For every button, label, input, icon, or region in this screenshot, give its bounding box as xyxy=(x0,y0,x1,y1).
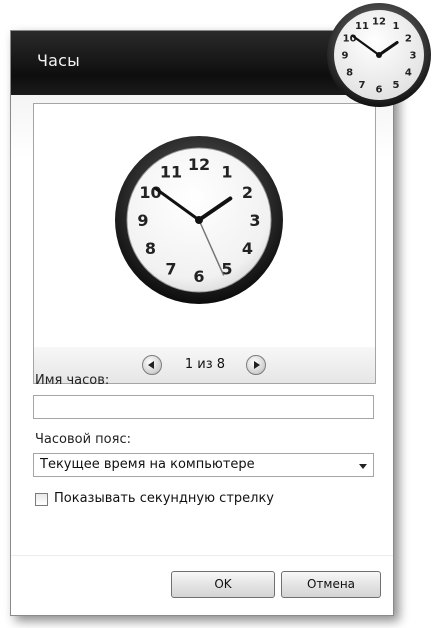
chevron-left-icon xyxy=(148,361,154,369)
timezone-label: Часовой пояс: xyxy=(35,432,131,447)
clock-numeral: 7 xyxy=(165,259,176,278)
clock-numeral: 12 xyxy=(372,17,386,28)
clock-numeral: 4 xyxy=(405,68,412,79)
window-title: Часы xyxy=(37,51,81,70)
clock-numeral: 2 xyxy=(242,183,253,202)
clock-numeral: 8 xyxy=(145,239,156,258)
clock-numeral: 12 xyxy=(188,155,210,174)
clock-numeral: 6 xyxy=(376,85,383,96)
clock-numeral: 2 xyxy=(405,34,412,45)
gadget-center-cap xyxy=(376,52,382,58)
clock-numeral: 5 xyxy=(393,80,400,91)
clock-numeral: 9 xyxy=(137,211,148,230)
clock-numeral: 6 xyxy=(193,267,204,286)
ok-button[interactable]: OK xyxy=(171,571,275,598)
cancel-button[interactable]: Отмена xyxy=(281,571,381,598)
show-seconds-label: Показывать секундную стрелку xyxy=(54,491,274,506)
show-seconds-checkbox[interactable] xyxy=(35,493,48,506)
timezone-select[interactable]: Текущее время на компьютере xyxy=(33,453,374,477)
desktop-clock-gadget[interactable]: 12 12 3 45678 9 10 11 xyxy=(326,2,432,108)
timezone-selected-value: Текущее время на компьютере xyxy=(40,457,255,472)
clock-numeral: 3 xyxy=(410,51,417,62)
chevron-down-icon xyxy=(359,464,367,469)
previous-clock-button[interactable] xyxy=(142,355,162,375)
clock-numeral: 1 xyxy=(221,162,232,181)
clock-numeral: 9 xyxy=(342,51,349,62)
clock-face-preview: 12 1234567891011 xyxy=(115,136,283,304)
clock-numeral: 11 xyxy=(355,21,369,32)
clock-numeral: 7 xyxy=(359,80,366,91)
clock-settings-window: Часы 1 из 8 Имя часов: Часовой пояс: Тек… xyxy=(10,30,394,616)
clock-numeral: 8 xyxy=(346,68,353,79)
clock-name-label: Имя часов: xyxy=(35,373,110,388)
clock-numeral: 11 xyxy=(160,162,182,181)
clock-counter: 1 из 8 xyxy=(184,357,226,372)
next-clock-button[interactable] xyxy=(246,355,266,375)
clock-numeral: 10 xyxy=(343,34,357,45)
clock-numeral: 4 xyxy=(242,239,253,258)
clock-name-input[interactable] xyxy=(33,395,374,419)
footer-divider xyxy=(11,555,393,556)
clock-numeral: 1 xyxy=(393,21,400,32)
chevron-right-icon xyxy=(254,361,260,369)
clock-center-cap xyxy=(195,216,203,224)
clock-numeral: 3 xyxy=(249,211,260,230)
